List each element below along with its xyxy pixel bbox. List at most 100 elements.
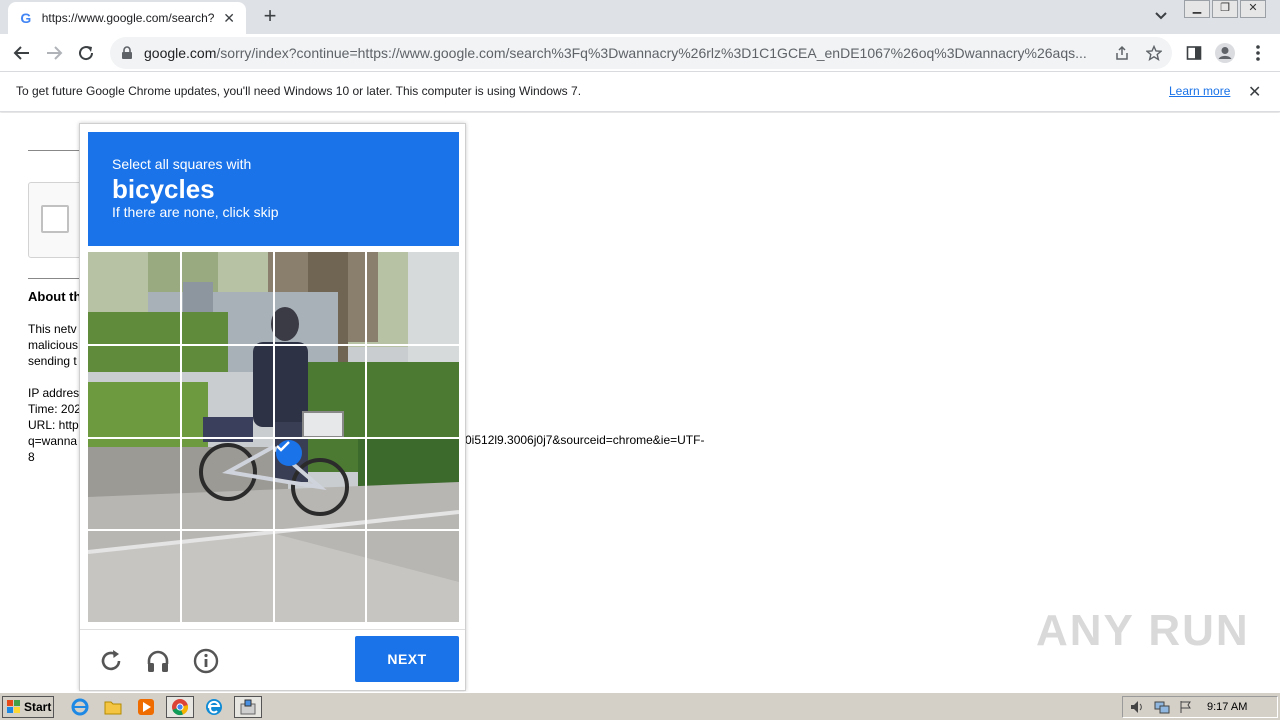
url-path: /sorry/index?continue=https://www.google… [216,45,1087,61]
captcha-tile[interactable] [274,252,367,345]
forward-arrow-icon [47,46,63,60]
about-heading: About th [28,289,82,304]
action-center-flag-icon[interactable] [1177,699,1195,715]
explorer-taskbar-button[interactable] [99,696,127,718]
url-host: google.com [144,45,217,61]
grid-line [88,436,459,439]
captcha-tile[interactable] [181,252,274,345]
chrome-taskbar-button[interactable] [166,696,194,718]
tab-close-icon[interactable]: ✕ [222,10,236,27]
forward-button[interactable] [42,41,66,65]
image-grid [88,252,459,622]
help-button[interactable] [191,646,221,676]
ie-taskbar-button[interactable] [66,696,94,718]
captcha-tile[interactable] [88,438,181,531]
browser-toolbar: google.com/sorry/index?continue=https://… [0,34,1280,72]
start-button[interactable]: Start [2,696,54,718]
divider [28,278,80,279]
close-window-button[interactable]: ✕ [1240,0,1266,18]
media-player-taskbar-button[interactable] [132,696,160,718]
next-button[interactable]: NEXT [355,636,459,682]
back-button[interactable] [10,41,34,65]
start-label: Start [24,700,52,714]
tab-strip: G https://www.google.com/search?q= ✕ + ▁… [0,0,1280,34]
audio-challenge-button[interactable] [143,646,173,676]
url-text[interactable]: google.com/sorry/index?continue=https://… [144,45,1102,61]
network-icon[interactable] [1153,699,1171,715]
profile-avatar-icon [1215,43,1235,63]
headphones-icon [147,650,169,672]
captcha-tile[interactable] [88,345,181,438]
minimize-button[interactable]: ▁ [1184,0,1210,18]
back-arrow-icon [13,46,29,60]
info-icon [193,648,219,674]
notice-line: sending t [28,354,77,368]
recaptcha-checkbox[interactable] [41,205,69,233]
update-infobar: To get future Google Chrome updates, you… [0,72,1280,112]
reload-button[interactable] [74,41,98,65]
captcha-tile[interactable] [88,530,181,622]
lock-icon[interactable] [120,46,134,60]
more-vert-icon [1256,45,1260,61]
recaptcha-challenge: Select all squares with bicycles If ther… [79,123,466,691]
browser-tab[interactable]: G https://www.google.com/search?q= ✕ [8,2,246,34]
captcha-tile[interactable] [181,438,274,531]
address-bar[interactable]: google.com/sorry/index?continue=https://… [110,37,1172,69]
windows-logo-icon [7,700,20,713]
grid-line [88,529,459,532]
app-taskbar-button[interactable] [234,696,262,718]
infobar-close-icon[interactable]: ✕ [1248,82,1261,102]
ip-line: IP addres [28,386,80,400]
bookmark-star-icon[interactable] [1146,45,1162,61]
menu-button[interactable] [1246,41,1270,65]
screen: G https://www.google.com/search?q= ✕ + ▁… [0,0,1280,720]
target-word: bicycles [112,174,215,204]
notice-line: malicious [28,338,79,352]
reload-icon [79,46,94,61]
installer-icon [240,699,256,715]
challenge-header: Select all squares with bicycles If ther… [88,132,459,246]
time-line: Time: 202 [28,402,81,416]
edge-icon [206,699,222,715]
infobar-message: To get future Google Chrome updates, you… [16,84,582,98]
captcha-tile[interactable] [366,252,459,345]
edge-taskbar-button[interactable] [200,696,228,718]
volume-icon[interactable] [1129,699,1147,715]
captcha-tile[interactable] [366,345,459,438]
captcha-tile[interactable] [88,252,181,345]
captcha-tile[interactable] [181,345,274,438]
windows-taskbar: Start 9:17 AM [0,692,1280,720]
tab-title: https://www.google.com/search?q= [41,11,215,25]
share-icon[interactable] [1114,45,1130,61]
captcha-tile[interactable] [366,438,459,531]
captcha-tile[interactable] [366,530,459,622]
captcha-tile[interactable] [181,530,274,622]
reload-challenge-button[interactable] [96,646,126,676]
chrome-icon [172,699,189,716]
taskbar-clock: 9:17 AM [1207,701,1248,713]
tile-selected-check-icon [275,439,302,466]
window-controls: ▁ ❐ ✕ [1182,0,1266,18]
refresh-icon [101,650,121,671]
media-player-icon [138,699,154,715]
grid-line [365,252,368,622]
google-favicon-icon: G [20,10,32,26]
restore-button[interactable]: ❐ [1212,0,1238,18]
profile-button[interactable] [1213,41,1237,65]
divider [28,150,80,151]
captcha-tile[interactable] [274,530,367,622]
tab-search-chevron-icon[interactable] [1152,6,1170,26]
url-line-end: 8 [28,450,35,464]
url-line: URL: http [28,418,79,432]
learn-more-link[interactable]: Learn more [1169,84,1230,98]
folder-icon [104,701,122,715]
side-panel-icon [1186,46,1202,60]
notice-line: This netv [28,322,77,336]
new-tab-button[interactable]: + [258,4,282,28]
footer-divider [80,629,465,630]
side-panel-button[interactable] [1182,41,1206,65]
captcha-tile[interactable] [274,345,367,438]
skip-hint: If there are none, click skip [112,204,279,220]
url-line-cont: q=wanna [28,434,78,448]
system-tray: 9:17 AM [1122,696,1278,718]
